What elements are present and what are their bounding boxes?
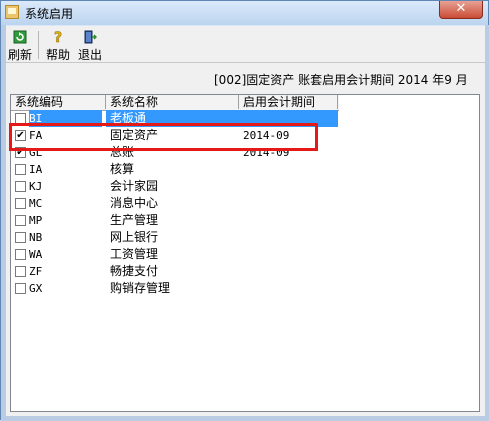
app-icon <box>5 5 19 19</box>
system-name-cell: 工资管理 <box>110 247 159 261</box>
system-code-cell: MP <box>29 214 43 227</box>
system-code-cell: KJ <box>29 180 43 193</box>
table-row[interactable]: IA 核算 <box>11 161 479 178</box>
refresh-button[interactable]: 刷新 <box>6 30 34 62</box>
table-header: 系统编码 系统名称 启用会计期间 <box>11 95 339 111</box>
enable-period-cell[interactable] <box>239 212 338 229</box>
toolbar: 刷新 ? 帮助 退出 <box>6 26 485 64</box>
enable-checkbox[interactable] <box>15 283 26 294</box>
enable-period-cell[interactable] <box>239 263 338 280</box>
refresh-icon <box>13 30 27 44</box>
table-row[interactable]: KJ 会计家园 <box>11 178 479 195</box>
exit-label: 退出 <box>77 48 102 62</box>
help-label: 帮助 <box>45 48 70 62</box>
table-row[interactable]: WA 工资管理 <box>11 246 479 263</box>
column-header-code[interactable]: 系统编码 <box>11 95 106 109</box>
system-name-cell: 畅捷支付 <box>110 264 159 278</box>
system-code-cell: ZF <box>29 265 43 278</box>
system-code-cell: MC <box>29 197 43 210</box>
system-code-cell: GX <box>29 282 43 295</box>
column-header-period[interactable]: 启用会计期间 <box>239 95 338 109</box>
window-content: 刷新 ? 帮助 退出 [002]固定资产 账套启用会计期间 2014 年9 月 <box>6 26 485 416</box>
window-frame-right <box>485 25 489 421</box>
system-code-cell: NB <box>29 231 43 244</box>
table-row[interactable]: GX 购销存管理 <box>11 280 479 297</box>
system-code-cell: WA <box>29 248 43 261</box>
exit-door-icon <box>84 30 97 44</box>
system-name-cell: 消息中心 <box>110 196 159 210</box>
table-row[interactable]: ZF 畅捷支付 <box>11 263 479 280</box>
enable-period-cell[interactable] <box>239 229 338 246</box>
enable-checkbox[interactable] <box>15 249 26 260</box>
toolbar-divider <box>6 62 485 63</box>
enable-period-cell[interactable] <box>239 178 338 195</box>
highlight-annotation <box>9 123 318 151</box>
exit-button[interactable]: 退出 <box>76 30 104 62</box>
help-button[interactable]: ? 帮助 <box>44 30 72 62</box>
enable-period-cell[interactable] <box>239 161 338 178</box>
enable-checkbox[interactable] <box>15 198 26 209</box>
enable-checkbox[interactable] <box>15 215 26 226</box>
enable-checkbox[interactable] <box>15 164 26 175</box>
system-enable-window: 系统启用 ✕ 刷新 ? 帮助 退出 [002]固定资产 账套启用会计期间 201… <box>0 0 489 421</box>
svg-text:?: ? <box>54 30 62 44</box>
account-period-info: [002]固定资产 账套启用会计期间 2014 年9 月 <box>214 73 468 87</box>
title-bar[interactable]: 系统启用 ✕ <box>1 1 488 25</box>
system-name-cell: 生产管理 <box>110 213 159 227</box>
enable-checkbox[interactable] <box>15 232 26 243</box>
table-row[interactable]: MC 消息中心 <box>11 195 479 212</box>
enable-checkbox[interactable] <box>15 266 26 277</box>
window-title: 系统启用 <box>25 7 74 21</box>
toolbar-separator <box>38 31 39 59</box>
table-row[interactable]: NB 网上银行 <box>11 229 479 246</box>
table-row[interactable]: MP 生产管理 <box>11 212 479 229</box>
column-header-name[interactable]: 系统名称 <box>106 95 239 109</box>
enable-period-cell[interactable] <box>239 246 338 263</box>
system-name-cell: 会计家园 <box>110 179 159 193</box>
enable-period-cell[interactable] <box>239 280 338 297</box>
system-code-cell: IA <box>29 163 43 176</box>
question-icon: ? <box>54 30 63 44</box>
enable-checkbox[interactable] <box>15 181 26 192</box>
system-name-cell: 购销存管理 <box>110 281 171 295</box>
system-name-cell: 核算 <box>110 162 135 176</box>
system-name-cell: 网上银行 <box>110 230 159 244</box>
close-button[interactable]: ✕ <box>439 1 483 19</box>
refresh-label: 刷新 <box>7 48 32 62</box>
window-frame-bottom <box>1 416 489 421</box>
enable-period-cell[interactable] <box>239 195 338 212</box>
